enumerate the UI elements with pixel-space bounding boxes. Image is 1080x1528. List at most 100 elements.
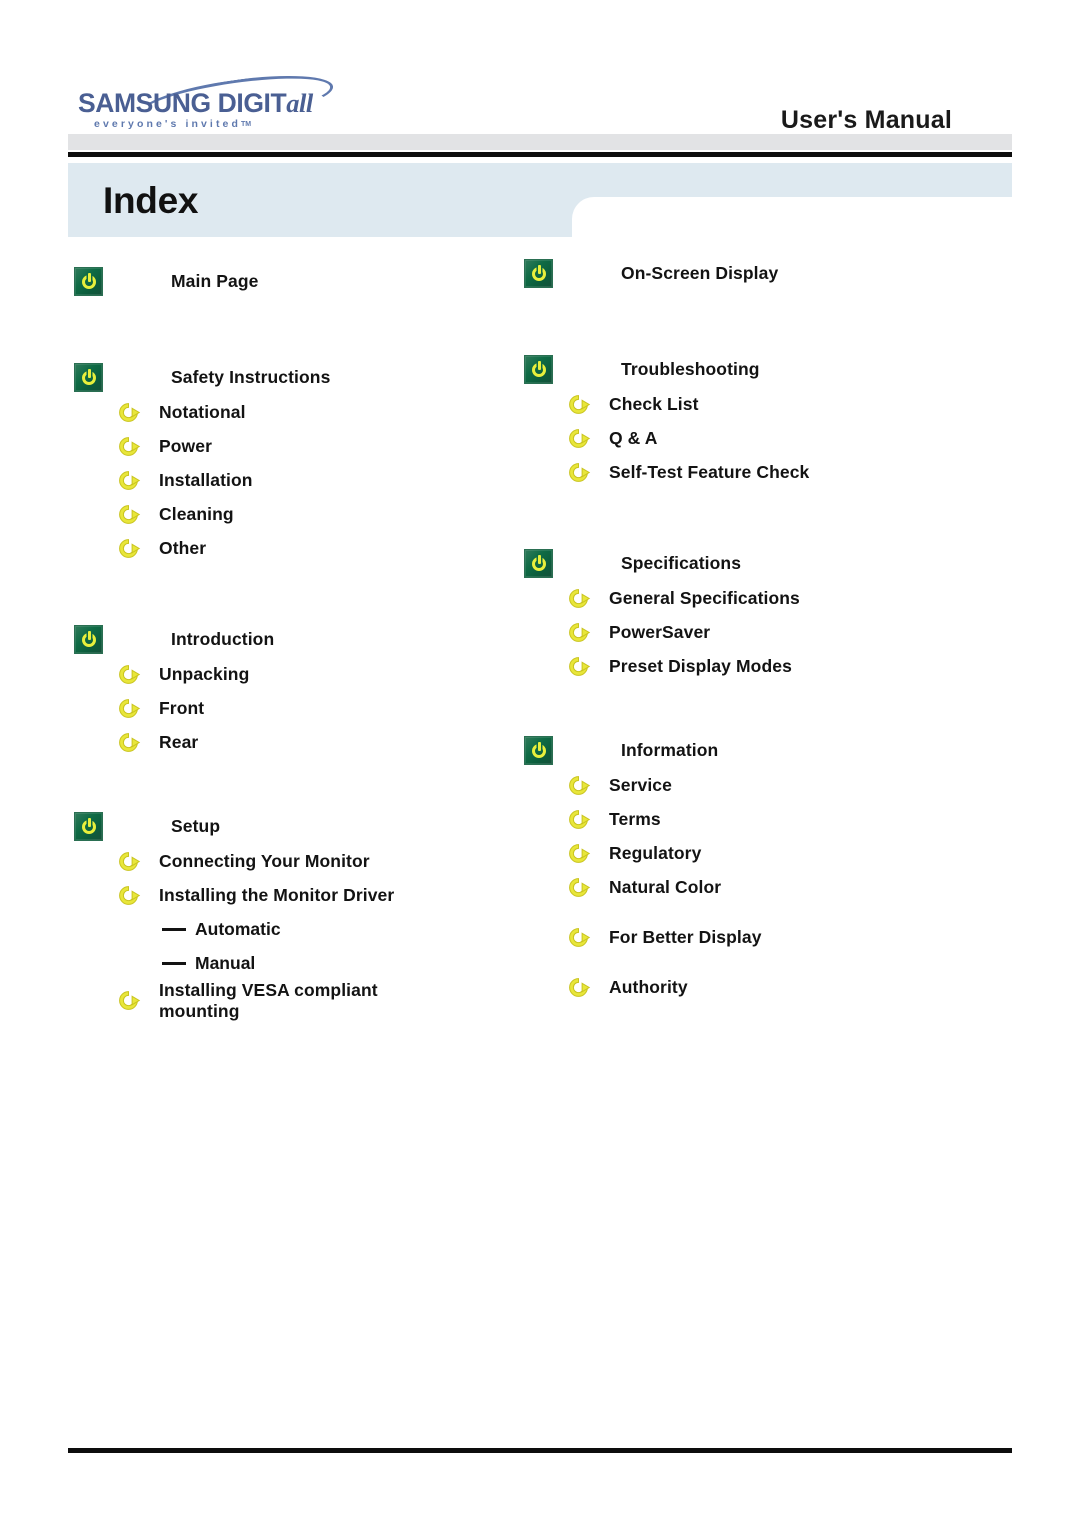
power-icon — [74, 624, 103, 654]
index-item-label: For Better Display — [609, 926, 762, 947]
index-section-label: Information — [621, 739, 719, 760]
circular-arrow-icon — [566, 426, 591, 451]
index-item-service[interactable]: Service — [524, 768, 994, 802]
index-section-introduction[interactable]: Introduction — [74, 621, 524, 657]
index-item-installing-the-monitor-driver[interactable]: Installing the Monitor Driver — [74, 878, 524, 912]
index-column-left: Main Page Safety Instructions Notational Po… — [74, 255, 524, 1021]
index-group-introduction: Introduction Unpacking Front Rear — [74, 621, 524, 759]
index-item-label: Installation — [159, 469, 253, 490]
index-item-label: Authority — [609, 976, 688, 997]
index-group-troubleshooting: Troubleshooting Check List Q & A Self-Test … — [524, 351, 994, 489]
index-item-self-test-feature-check[interactable]: Self-Test Feature Check — [524, 455, 994, 489]
em-dash-marker — [162, 961, 186, 965]
index-item-cleaning[interactable]: Cleaning — [74, 497, 524, 531]
index-group-specifications: Specifications General Specifications Powe… — [524, 545, 994, 683]
em-dash-marker — [162, 927, 186, 931]
index-item-installation[interactable]: Installation — [74, 463, 524, 497]
header-grey-strip — [68, 134, 1012, 150]
index-item-label: PowerSaver — [609, 621, 711, 642]
power-icon — [524, 354, 553, 384]
index-section-safety-instructions[interactable]: Safety Instructions — [74, 359, 524, 395]
circular-arrow-icon — [566, 841, 591, 866]
index-group-safety-instructions: Safety Instructions Notational Power Instal… — [74, 359, 524, 565]
circular-arrow-icon — [116, 696, 141, 721]
index-item-general-specifications[interactable]: General Specifications — [524, 581, 994, 615]
index-item-power[interactable]: Power — [74, 429, 524, 463]
index-group-main-page: Main Page — [74, 263, 524, 299]
index-section-setup[interactable]: Setup — [74, 808, 524, 844]
index-item-notational[interactable]: Notational — [74, 395, 524, 429]
index-section-label: Main Page — [171, 270, 259, 291]
circular-arrow-icon — [566, 807, 591, 832]
circular-arrow-icon — [116, 849, 141, 874]
circular-arrow-icon — [116, 468, 141, 493]
index-item-unpacking[interactable]: Unpacking — [74, 657, 524, 691]
index-tab-corner — [572, 197, 612, 237]
circular-arrow-icon — [566, 586, 591, 611]
index-item-label: Regulatory — [609, 842, 702, 863]
index-item-authority[interactable]: Authority — [524, 970, 994, 1004]
index-section-specifications[interactable]: Specifications — [524, 545, 994, 581]
index-item-label: Other — [159, 537, 207, 558]
circular-arrow-icon — [566, 875, 591, 900]
index-subitem-label: Automatic — [195, 918, 281, 939]
index-subitem-automatic[interactable]: Automatic — [74, 912, 524, 946]
index-item-label: Cleaning — [159, 503, 234, 524]
logo-wordmark: SAMSUNG DIGITall — [78, 88, 313, 119]
page-title: Index — [103, 180, 199, 221]
index-item-natural-color[interactable]: Natural Color — [524, 870, 994, 904]
index-group-information: Information Service Terms Regulatory Natural… — [524, 732, 994, 1004]
index-item-rear[interactable]: Rear — [74, 725, 524, 759]
index-item-for-better-display[interactable]: For Better Display — [524, 920, 994, 954]
index-item-label: Check List — [609, 393, 699, 414]
logo-wordmark-main: SAMSUNG DIGIT — [78, 88, 287, 118]
circular-arrow-icon — [566, 392, 591, 417]
footer-divider-rule — [68, 1447, 1012, 1454]
circular-arrow-icon — [566, 654, 591, 679]
logo-trademark-mark: TM — [241, 121, 252, 128]
power-icon — [524, 258, 553, 288]
index-item-label: Unpacking — [159, 663, 250, 684]
circular-arrow-icon — [116, 434, 141, 459]
index-item-connecting-your-monitor[interactable]: Connecting Your Monitor — [74, 844, 524, 878]
circular-arrow-icon — [566, 460, 591, 485]
index-section-label: Introduction — [171, 628, 275, 649]
page-header: SAMSUNG DIGITall everyone's invitedTM Us… — [0, 0, 1080, 152]
index-section-information[interactable]: Information — [524, 732, 994, 768]
index-item-label: Connecting Your Monitor — [159, 850, 370, 871]
index-item-label: Q & A — [609, 427, 658, 448]
index-item-check-list[interactable]: Check List — [524, 387, 994, 421]
index-item-label: General Specifications — [609, 587, 800, 608]
index-item-regulatory[interactable]: Regulatory — [524, 836, 994, 870]
power-icon — [524, 548, 553, 578]
index-section-troubleshooting[interactable]: Troubleshooting — [524, 351, 994, 387]
index-section-label: On-Screen Display — [621, 262, 779, 283]
power-icon — [74, 362, 103, 392]
header-divider-rule — [68, 151, 1012, 158]
index-item-terms[interactable]: Terms — [524, 802, 994, 836]
index-item-preset-display-modes[interactable]: Preset Display Modes — [524, 649, 994, 683]
index-group-on-screen-display: On-Screen Display — [524, 255, 994, 291]
circular-arrow-icon — [566, 620, 591, 645]
index-item-label: Installing VESA compliant mounting — [159, 980, 378, 1021]
index-item-label: Power — [159, 435, 213, 456]
index-section-label: Setup — [171, 815, 221, 836]
manual-title: User's Manual — [780, 106, 952, 134]
index-item-other[interactable]: Other — [74, 531, 524, 565]
index-item-label: Installing the Monitor Driver — [159, 884, 395, 905]
logo-wordmark-italic: all — [286, 88, 313, 118]
logo-tagline: everyone's invitedTM — [94, 118, 251, 130]
index-item-front[interactable]: Front — [74, 691, 524, 725]
index-subitem-manual[interactable]: Manual — [74, 946, 524, 980]
index-item-powersaver[interactable]: PowerSaver — [524, 615, 994, 649]
index-section-main-page[interactable]: Main Page — [74, 263, 524, 299]
index-item-label: Self-Test Feature Check — [609, 461, 810, 482]
index-item-label: Natural Color — [609, 876, 722, 897]
index-section-on-screen-display[interactable]: On-Screen Display — [524, 255, 994, 291]
power-icon — [74, 811, 103, 841]
circular-arrow-icon — [566, 925, 591, 950]
circular-arrow-icon — [116, 400, 141, 425]
index-item-installing-vesa-compliant-mounting[interactable]: Installing VESA compliant mounting — [74, 980, 524, 1021]
index-item-q-a[interactable]: Q & A — [524, 421, 994, 455]
circular-arrow-icon — [116, 988, 141, 1013]
